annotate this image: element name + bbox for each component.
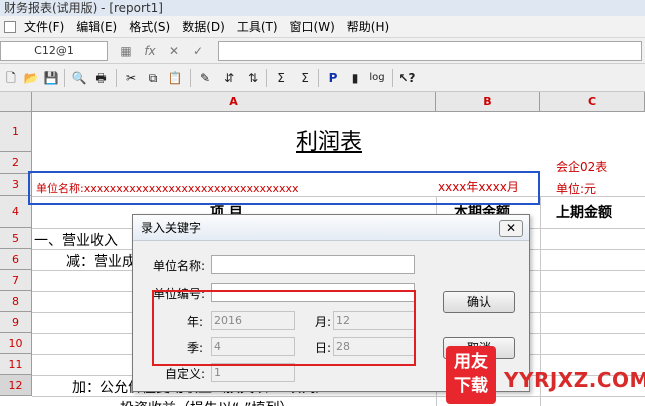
log-icon[interactable]: log — [368, 69, 386, 87]
help-pointer-icon[interactable]: ↖? — [398, 69, 416, 87]
formula-input[interactable] — [218, 41, 642, 61]
open-folder-icon[interactable]: 📂 — [22, 69, 40, 87]
watermark-badge-line2: 下载 — [454, 376, 488, 396]
row-header[interactable]: 6 — [0, 249, 32, 270]
watermark-site-text: YYRJXZ.COM — [504, 368, 645, 392]
row-header-selected[interactable]: 12 — [0, 375, 32, 396]
report-title: 利润表 — [296, 130, 363, 155]
format-painter-icon[interactable]: ✎ — [196, 69, 214, 87]
menu-data[interactable]: 数据(D) — [176, 18, 231, 35]
row-minus-cost: 减：营业成 — [66, 254, 136, 270]
row-header[interactable]: 3 — [0, 174, 32, 196]
sum-icon[interactable]: Σ — [272, 69, 290, 87]
site-watermark: 用友 下载 YYRJXZ.COM — [446, 346, 645, 406]
watermark-badge-line1: 用友 — [454, 352, 488, 372]
unit-name-label: 单位名称: — [153, 259, 206, 273]
menu-window[interactable]: 窗口(W) — [284, 18, 341, 35]
row-header[interactable]: 8 — [0, 291, 32, 312]
new-file-icon[interactable]: 🗋 — [2, 69, 20, 87]
unit-code-input[interactable] — [211, 283, 415, 302]
day-label: 日: — [315, 341, 332, 355]
custom-input[interactable]: 1 — [211, 363, 295, 382]
cancel-edit-icon[interactable]: ✕ — [166, 43, 182, 59]
cut-icon[interactable]: ✂ — [122, 69, 140, 87]
menu-tools[interactable]: 工具(T) — [231, 18, 284, 35]
property-icon[interactable]: P — [324, 69, 342, 87]
watermark-badge: 用友 下载 — [446, 346, 496, 404]
function-wizard-icon[interactable]: ▦ — [118, 43, 134, 59]
copy-icon[interactable]: ⧉ — [144, 69, 162, 87]
menu-edit[interactable]: 编辑(E) — [70, 18, 123, 35]
custom-label: 自定义: — [165, 367, 206, 381]
confirm-edit-icon[interactable]: ✓ — [190, 43, 206, 59]
cell-reference-box[interactable]: C12@1 — [0, 41, 108, 61]
year-input[interactable]: 2016 — [211, 311, 295, 330]
row-header[interactable]: 1 — [0, 112, 32, 152]
menu-format[interactable]: 格式(S) — [123, 18, 176, 35]
sort-asc-icon[interactable]: ⇅ — [244, 69, 262, 87]
column-header-a[interactable]: A — [32, 92, 436, 112]
toolbar: 🗋 📂 💾 🔍 🖶 ✂ ⧉ 📋 ✎ ⇵ ⇅ Σ Σ P ▮ log ↖? — [0, 64, 645, 92]
currency-unit-cell: 单位:元 — [556, 182, 597, 196]
window-title: 财务报表(试用版) - [report1] — [0, 0, 645, 16]
row-header[interactable]: 7 — [0, 270, 32, 291]
select-all-corner[interactable] — [0, 92, 32, 112]
quarter-input[interactable]: 4 — [211, 337, 295, 356]
row-header[interactable]: 10 — [0, 333, 32, 354]
menu-help[interactable]: 帮助(H) — [341, 18, 395, 35]
row-header[interactable]: 2 — [0, 152, 32, 174]
paste-icon[interactable]: 📋 — [166, 69, 184, 87]
column-header-b[interactable]: B — [436, 92, 540, 112]
chart-icon[interactable]: ▮ — [346, 69, 364, 87]
menu-file[interactable]: 文件(F) — [18, 18, 70, 35]
print-preview-icon[interactable]: 🔍 — [70, 69, 88, 87]
unit-name-cell: 单位名称:xxxxxxxxxxxxxxxxxxxxxxxxxxxxxxxxx — [36, 182, 299, 195]
app-menu-icon[interactable] — [4, 20, 16, 33]
save-icon[interactable]: 💾 — [42, 69, 60, 87]
row-header[interactable]: 4 — [0, 196, 32, 228]
unit-code-label: 单位编号: — [153, 287, 206, 301]
month-input[interactable]: 12 — [333, 311, 415, 330]
print-icon[interactable]: 🖶 — [92, 69, 110, 87]
row-header[interactable]: 9 — [0, 312, 32, 333]
sum-selection-icon[interactable]: Σ — [296, 69, 314, 87]
year-label: 年: — [187, 315, 204, 329]
fx-icon[interactable]: fx — [142, 43, 158, 59]
header-previous-amount: 上期金额 — [556, 205, 612, 221]
column-header-c[interactable]: C — [540, 92, 645, 112]
formula-bar: C12@1 ▦ fx ✕ ✓ — [0, 38, 645, 64]
row-header[interactable]: 5 — [0, 228, 32, 249]
menu-bar: 文件(F) 编辑(E) 格式(S) 数据(D) 工具(T) 窗口(W) 帮助(H… — [0, 16, 645, 38]
sort-desc-icon[interactable]: ⇵ — [220, 69, 238, 87]
quarter-label: 季: — [187, 341, 204, 355]
dialog-close-button[interactable]: ✕ — [499, 220, 523, 237]
date-cell: xxxx年xxxx月 — [438, 180, 519, 194]
row-header[interactable]: 11 — [0, 354, 32, 375]
form-code: 会企02表 — [556, 160, 608, 174]
month-label: 月: — [315, 315, 332, 329]
row-operating-revenue: 一、营业收入 — [34, 233, 118, 249]
unit-name-input[interactable] — [211, 255, 415, 274]
confirm-button[interactable]: 确认 — [443, 291, 515, 313]
dialog-title: 录入关键字 — [133, 215, 529, 241]
day-input[interactable]: 28 — [333, 337, 415, 356]
row-investment-income: 投资收益（损失以“-”填列） — [120, 398, 294, 406]
